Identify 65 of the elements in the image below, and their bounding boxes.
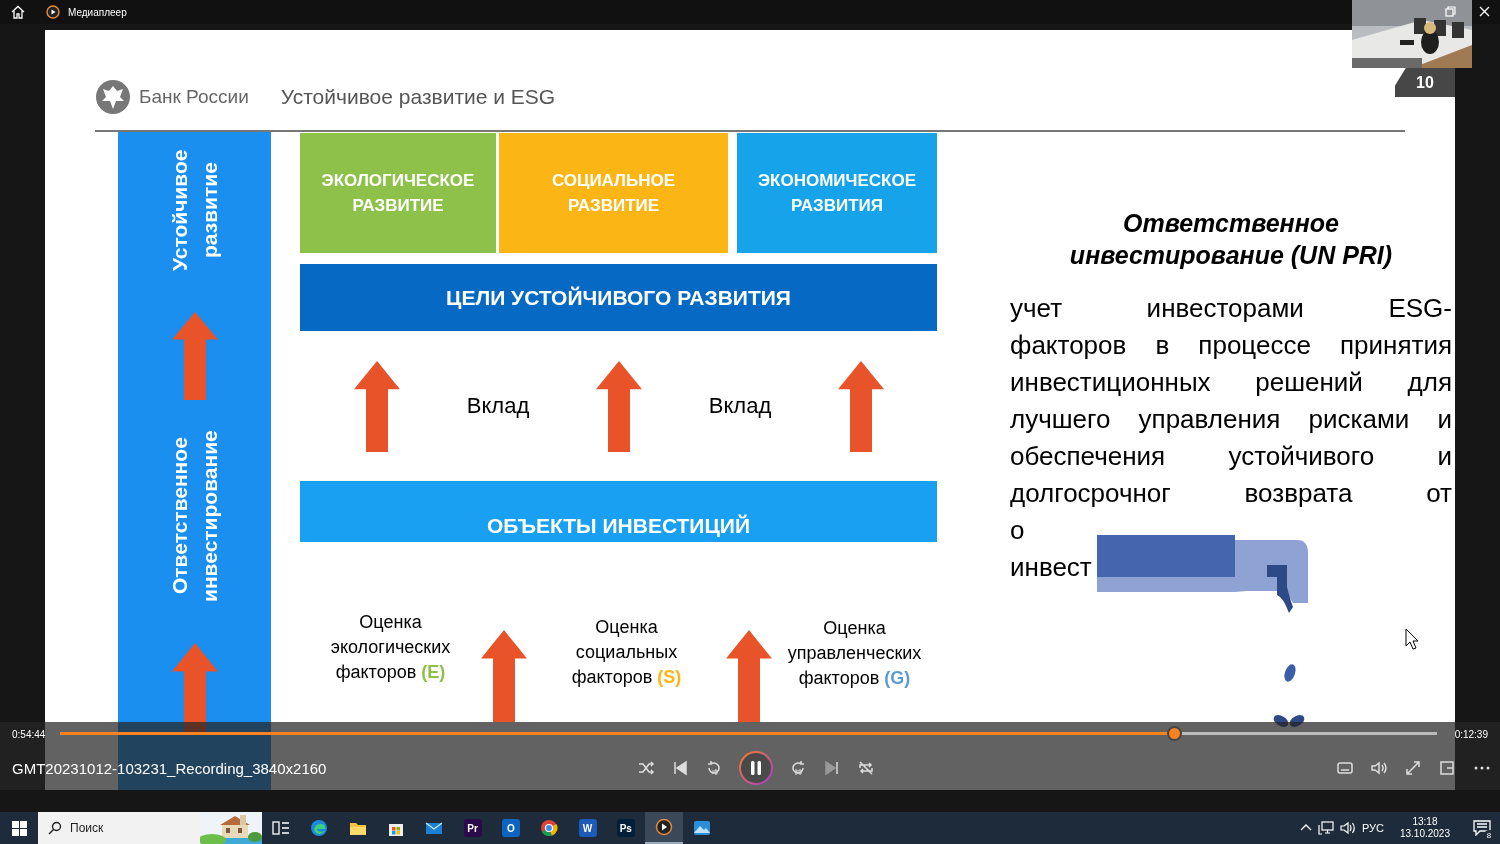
pause-button[interactable] bbox=[739, 751, 773, 785]
window-title: Медиаплеер bbox=[68, 6, 127, 18]
repeat-off-icon[interactable] bbox=[857, 759, 875, 777]
category-banner: ЭКОЛОГИЧЕСКОЕ РАЗВИТИЕ bbox=[300, 133, 496, 253]
taskbar-app-button[interactable] bbox=[644, 812, 684, 844]
play-icon bbox=[655, 818, 674, 836]
swirl-icon bbox=[310, 819, 329, 837]
close-icon[interactable] bbox=[1479, 6, 1490, 17]
mouse-cursor-icon bbox=[1405, 628, 1419, 650]
search-input[interactable]: Поиск bbox=[70, 816, 190, 840]
seek-bar[interactable] bbox=[60, 726, 1437, 742]
ring-icon bbox=[540, 819, 559, 837]
subtitles-icon[interactable] bbox=[1336, 759, 1354, 777]
fullscreen-icon[interactable] bbox=[1404, 759, 1422, 777]
contribution-label: Вклад bbox=[466, 393, 530, 419]
previous-icon[interactable] bbox=[671, 759, 689, 777]
letter-tile-icon: W bbox=[578, 819, 597, 837]
definition-text: учет инвесторами ESG- факторов в процессе принятия инвестиционных решений для лучшего управления рисками и обеспечения устойчивого и долгосрочног возврата от о инвест bbox=[1010, 292, 1452, 584]
remaining-time: 0:12:39 bbox=[1454, 728, 1488, 740]
taskbar-app-button[interactable]: Ps bbox=[606, 812, 645, 844]
taskbar-app-button[interactable]: Pr bbox=[453, 812, 492, 844]
search-field[interactable]: Поиск bbox=[38, 812, 262, 844]
page-number: 10 bbox=[1395, 68, 1455, 97]
side-label: Устойчивое развитие bbox=[166, 148, 222, 273]
home-icon[interactable] bbox=[11, 5, 25, 19]
assessment-label: Оценка социальных факторов (S) bbox=[570, 616, 683, 689]
pause-icon bbox=[749, 760, 763, 776]
assessment-label: Оценка экологических факторов (E) bbox=[329, 611, 452, 684]
emblem-icon bbox=[95, 79, 131, 115]
restore-icon[interactable] bbox=[1445, 6, 1456, 17]
rewind-10-icon[interactable] bbox=[705, 759, 723, 777]
contribution-label: Вклад bbox=[708, 393, 772, 419]
network-icon[interactable] bbox=[1317, 821, 1334, 835]
definition-heading: Ответственное инвестирование (UN PRI) bbox=[1068, 208, 1394, 271]
notifications-button[interactable]: 8 bbox=[1470, 816, 1494, 840]
category-banner: ЭКОНОМИЧЕСКОЕ РАЗВИТИЯ bbox=[737, 133, 937, 253]
taskbar-app-button[interactable]: W bbox=[568, 812, 607, 844]
language-indicator[interactable]: РУС bbox=[1361, 822, 1384, 834]
taskbar-app-button[interactable]: O bbox=[491, 812, 531, 844]
player-logo-icon bbox=[46, 5, 60, 19]
slide-title: Устойчивое развитие и ESG bbox=[280, 85, 556, 109]
goals-banner: ЦЕЛИ УСТОЙЧИВОГО РАЗВИТИЯ bbox=[300, 264, 937, 331]
volume-icon[interactable] bbox=[1339, 821, 1356, 835]
mini-player-icon[interactable] bbox=[1438, 759, 1456, 777]
category-banner: СОЦИАЛЬНОЕ РАЗВИТИЕ bbox=[499, 133, 728, 253]
letter-tile-icon: Pr bbox=[463, 819, 482, 837]
windows-start-icon[interactable] bbox=[11, 820, 27, 836]
organization-name: Банк России bbox=[139, 86, 249, 108]
elapsed-time: 0:54:44 bbox=[12, 728, 47, 740]
letter-tile-icon: O bbox=[501, 819, 520, 837]
task-view-icon bbox=[272, 819, 291, 837]
objects-banner: ОБЪЕКТЫ ИНВЕСТИЦИЙ bbox=[300, 481, 937, 542]
side-label: Ответственное инвестирование bbox=[166, 429, 222, 604]
next-icon[interactable] bbox=[823, 759, 841, 777]
seek-handle[interactable] bbox=[1167, 726, 1183, 741]
letter-tile-icon: Ps bbox=[616, 819, 635, 837]
notification-count: 8 bbox=[1484, 830, 1494, 840]
assessment-label: Оценка управленческих факторов (G) bbox=[786, 617, 923, 690]
search-icon bbox=[48, 821, 62, 835]
message-icon bbox=[1473, 820, 1491, 836]
landscape-icon bbox=[693, 819, 712, 837]
shuffle-icon[interactable] bbox=[637, 759, 655, 777]
file-name: GMT20231012-103231_Recording_3840x2160 bbox=[12, 759, 328, 777]
clock[interactable]: 13:18 13.10.2023 bbox=[1399, 816, 1450, 840]
forward-30-icon[interactable] bbox=[789, 759, 807, 777]
